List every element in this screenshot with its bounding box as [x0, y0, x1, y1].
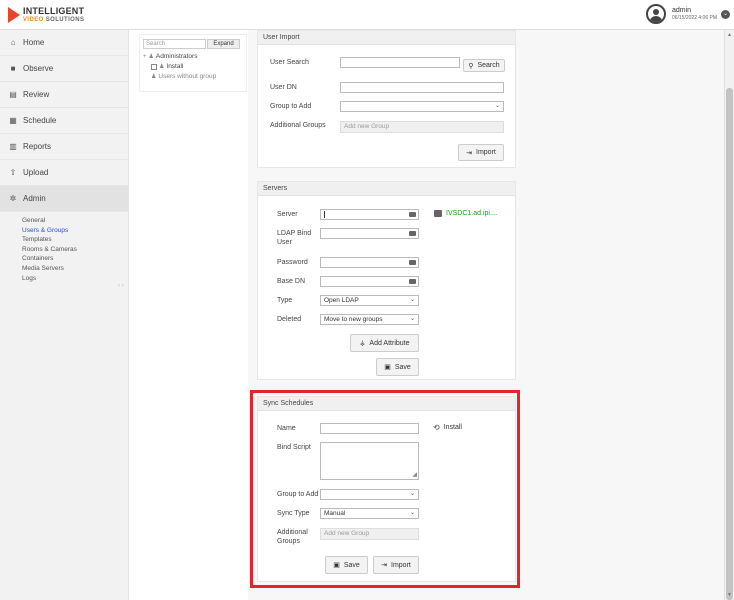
sidebar-item-schedule[interactable]: ▦ Schedule: [0, 108, 128, 134]
page-scrollbar[interactable]: ▲ ▼: [724, 30, 734, 600]
server-link[interactable]: IVSDC1.ad.ipi....: [434, 210, 498, 217]
install-checkbox[interactable]: [151, 63, 157, 70]
user-menu[interactable]: admin 06/15/2022 4:06 PM ⌄: [645, 4, 730, 24]
scroll-thumb[interactable]: [726, 88, 733, 600]
group-to-add-label: Group to Add: [270, 103, 312, 110]
avatar-icon: [645, 4, 666, 24]
sign-in-icon: ⇥: [466, 149, 473, 157]
calendar-icon: ▦: [9, 116, 17, 125]
group-tree: Search Expand + ♟ Administrators ♟ Insta…: [139, 34, 247, 92]
deleted-label: Deleted: [277, 316, 302, 323]
sitemap-icon: ⚶: [359, 340, 366, 347]
panel-title: Servers: [258, 182, 515, 196]
tree-node-install[interactable]: ♟ Install: [151, 63, 183, 70]
panel-title: User Import: [258, 31, 515, 45]
users-icon: ♟: [148, 54, 154, 60]
admin-subnav: General Users & Groups Templates Rooms &…: [0, 212, 128, 285]
film-icon: ▤: [9, 90, 17, 99]
key-icon: [409, 279, 416, 284]
user-name: admin: [671, 6, 692, 14]
type-select[interactable]: Open LDAP ⌄: [320, 295, 419, 306]
chevron-down-icon: ⌄: [494, 103, 500, 109]
base-dn-input[interactable]: [320, 276, 419, 287]
server-icon: [434, 210, 442, 217]
subnav-users-groups[interactable]: Users & Groups: [22, 226, 128, 236]
sidebar-item-home[interactable]: ⌂ Home: [0, 30, 128, 56]
import-button[interactable]: ⇥ Import: [458, 144, 504, 161]
add-attribute-button[interactable]: ⚶ Add Attribute: [350, 334, 419, 352]
subnav-rooms-cameras[interactable]: Rooms & Cameras: [22, 245, 128, 255]
chevron-down-icon: ⌄: [409, 297, 415, 303]
expand-button[interactable]: Expand: [207, 39, 240, 49]
sidebar-resize-handle[interactable]: ‹ ›: [118, 283, 124, 289]
sidebar-item-reports[interactable]: ▥ Reports: [0, 134, 128, 160]
subnav-logs[interactable]: Logs: [22, 274, 128, 284]
additional-groups-input[interactable]: Add new Group: [340, 121, 504, 133]
brand-line2b: SOLUTIONS: [45, 17, 85, 23]
subnav-media-servers[interactable]: Media Servers: [22, 264, 128, 274]
ldap-bind-user-label: LDAP Bind User: [277, 230, 312, 246]
sidebar-item-review[interactable]: ▤ Review: [0, 82, 128, 108]
highlight-box: [250, 390, 520, 588]
servers-panel: Servers Server IVSDC1.ad.ipi.... LDAP Bi…: [257, 181, 516, 380]
subnav-general[interactable]: General: [22, 216, 128, 226]
base-dn-label: Base DN: [277, 278, 306, 285]
user-datetime: 06/15/2022 4:06 PM: [671, 15, 717, 22]
floppy-disk-icon: ▣: [384, 364, 391, 371]
server-input[interactable]: [320, 209, 419, 220]
key-icon: [409, 231, 416, 236]
home-icon: ⌂: [10, 38, 16, 47]
sidebar: ⌂ Home ■ Observe ▤ Review ▦ Schedule ▥ Report…: [0, 30, 129, 600]
sidebar-item-admin[interactable]: ✲ Admin: [0, 186, 128, 212]
user-search-input[interactable]: [340, 57, 460, 68]
tree-node-administrators[interactable]: + ♟ Administrators: [143, 53, 197, 60]
brand-logo[interactable]: INTELLIGENT VIDEO SOLUTIONS: [8, 6, 84, 24]
tree-search-input[interactable]: Search: [143, 39, 206, 49]
ldap-bind-user-input[interactable]: [320, 228, 419, 239]
password-input[interactable]: [320, 257, 419, 268]
chevron-down-icon[interactable]: ⌄: [721, 9, 730, 19]
search-button[interactable]: ⚲ Search: [463, 59, 505, 72]
scroll-down-icon[interactable]: ▼: [727, 592, 732, 598]
group-to-add-select[interactable]: ⌄: [340, 101, 504, 112]
users-icon: ♟: [151, 74, 157, 80]
video-camera-icon: ■: [10, 64, 16, 73]
users-icon: ♟: [159, 64, 165, 70]
expand-toggle-icon[interactable]: +: [143, 54, 147, 60]
tree-node-users-without-group[interactable]: ♟ Users without group: [151, 73, 216, 80]
gear-icon: ✲: [9, 194, 17, 203]
server-list-icon: [409, 212, 416, 217]
key-icon: [409, 260, 416, 265]
search-icon: ⚲: [468, 62, 474, 70]
password-label: Password: [277, 259, 308, 266]
deleted-select[interactable]: Move to new groups ⌄: [320, 314, 419, 325]
brand-line2a: VIDEO: [23, 17, 44, 23]
upload-icon: ⇧: [9, 168, 17, 177]
chevron-down-icon: ⌄: [409, 316, 415, 322]
additional-groups-label: Additional Groups: [270, 122, 326, 129]
bar-chart-icon: ▥: [9, 142, 17, 151]
subnav-templates[interactable]: Templates: [22, 235, 128, 245]
user-dn-label: User DN: [270, 84, 297, 91]
logo-play-icon: [8, 7, 20, 23]
server-label: Server: [277, 211, 298, 218]
user-dn-input[interactable]: [340, 82, 504, 93]
type-label: Type: [277, 297, 293, 304]
user-import-panel: User Import User Search ⚲ Search User DN …: [257, 30, 516, 168]
sidebar-item-observe[interactable]: ■ Observe: [0, 56, 128, 82]
top-header: INTELLIGENT VIDEO SOLUTIONS admin 06/15/…: [0, 0, 734, 30]
save-button[interactable]: ▣ Save: [376, 358, 419, 376]
user-search-label: User Search: [270, 59, 309, 66]
subnav-containers[interactable]: Containers: [22, 254, 128, 264]
scroll-up-icon[interactable]: ▲: [727, 32, 732, 38]
sidebar-item-upload[interactable]: ⇧ Upload: [0, 160, 128, 186]
brand-line1: INTELLIGENT: [23, 6, 85, 16]
